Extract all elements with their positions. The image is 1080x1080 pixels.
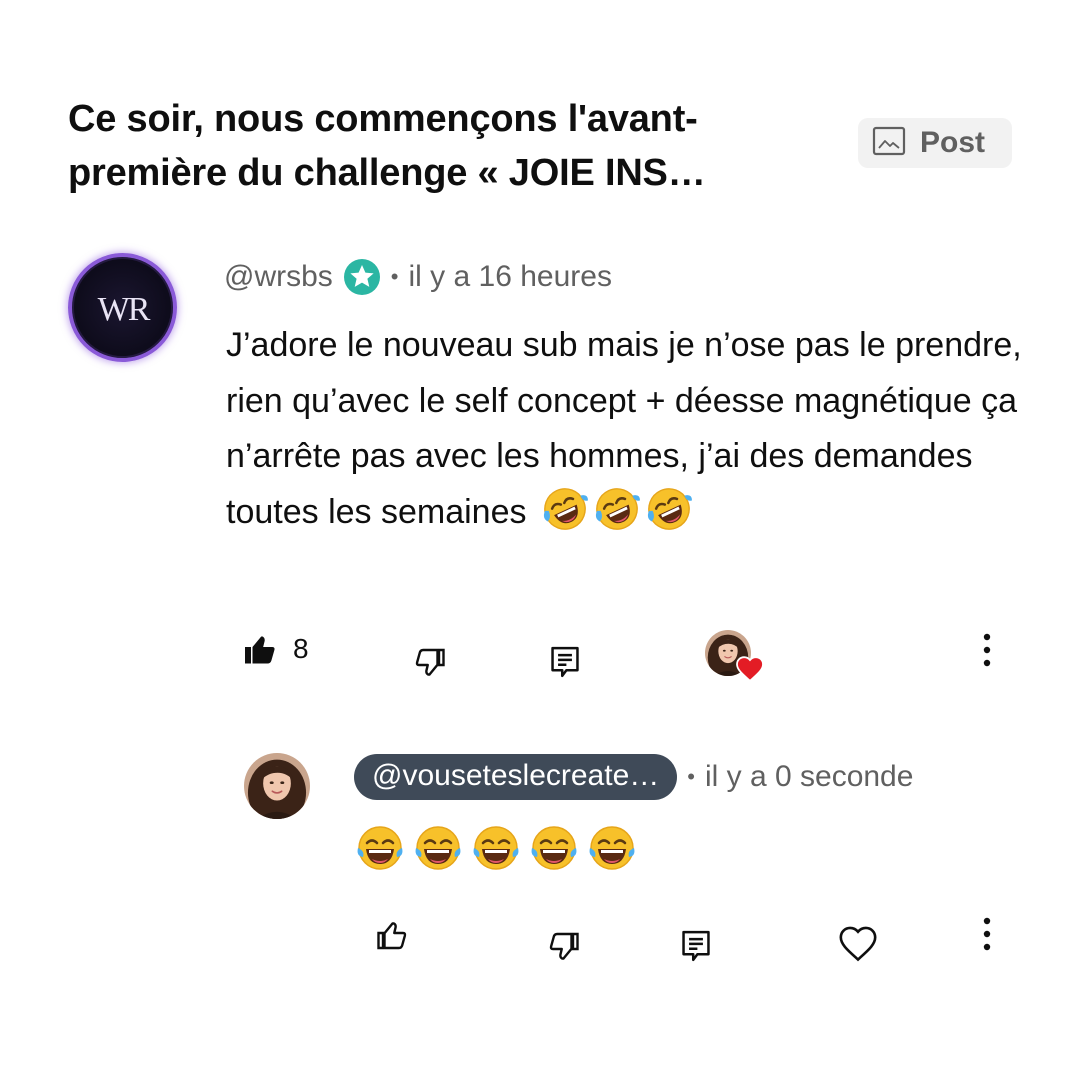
- reply-body: [356, 824, 636, 872]
- reply-dislike-button[interactable]: [544, 926, 584, 966]
- more-options-button[interactable]: [972, 628, 1002, 672]
- separator-dot: •: [390, 264, 399, 289]
- comment-handle[interactable]: @wrsbs: [224, 260, 333, 294]
- reply-meta: @vouseteslecreate… • il y a 0 seconde: [354, 754, 913, 800]
- tears-of-joy-emoji-icon: [356, 825, 404, 871]
- reply-handle[interactable]: @vouseteslecreate…: [354, 754, 678, 800]
- tears-of-joy-emoji-icon: [530, 825, 578, 871]
- comment-meta: @wrsbs • il y a 16 heures: [224, 258, 612, 296]
- thumbs-down-icon: [415, 648, 445, 676]
- tears-of-joy-emoji-icon: [472, 825, 520, 871]
- image-icon: [872, 126, 906, 161]
- post-button-label: Post: [920, 126, 986, 159]
- reply-heart-button[interactable]: [836, 922, 880, 966]
- red-heart-icon: [736, 656, 764, 682]
- heart-outline-icon: [839, 926, 877, 962]
- tears-of-joy-emoji-icon: [588, 825, 636, 871]
- rolling-laughing-emoji-icon: [645, 485, 692, 532]
- comments-page: Ce soir, nous commençons l'avant- premiè…: [0, 0, 1080, 1080]
- dislike-button[interactable]: [410, 642, 450, 682]
- more-vertical-icon: [983, 917, 991, 951]
- like-count: 8: [293, 633, 309, 664]
- comment-body: J’adore le nouveau sub mais je n’ose pas…: [226, 318, 1026, 540]
- thumbs-up-filled-icon: [245, 636, 275, 664]
- post-button[interactable]: Post: [858, 118, 1012, 168]
- reply-like-button[interactable]: [372, 916, 412, 956]
- thumbs-up-icon: [377, 922, 407, 950]
- avatar-text: WR: [97, 291, 150, 328]
- rolling-laughing-emoji-icon: [541, 485, 588, 532]
- comment-emojis: [541, 485, 698, 532]
- comment-icon: [551, 646, 579, 678]
- like-button[interactable]: [240, 630, 280, 670]
- reply-time: il y a 0 seconde: [704, 760, 914, 793]
- reply-avatar[interactable]: [244, 753, 310, 819]
- star-badge-icon: [343, 258, 381, 296]
- avatar[interactable]: WR: [68, 253, 177, 362]
- comment-icon: [682, 930, 710, 962]
- reply-reply-button[interactable]: [676, 926, 716, 966]
- thumbs-down-icon: [549, 932, 579, 960]
- rolling-laughing-emoji-icon: [593, 485, 640, 532]
- separator-dot: •: [687, 764, 695, 789]
- post-title: Ce soir, nous commençons l'avant- premiè…: [68, 98, 706, 194]
- more-vertical-icon: [983, 633, 991, 667]
- comment-time: il y a 16 heures: [408, 260, 612, 293]
- creator-heart-icon: [705, 630, 765, 684]
- tears-of-joy-emoji-icon: [414, 825, 462, 871]
- reply-more-options-button[interactable]: [972, 912, 1002, 956]
- reply-button[interactable]: [545, 642, 585, 682]
